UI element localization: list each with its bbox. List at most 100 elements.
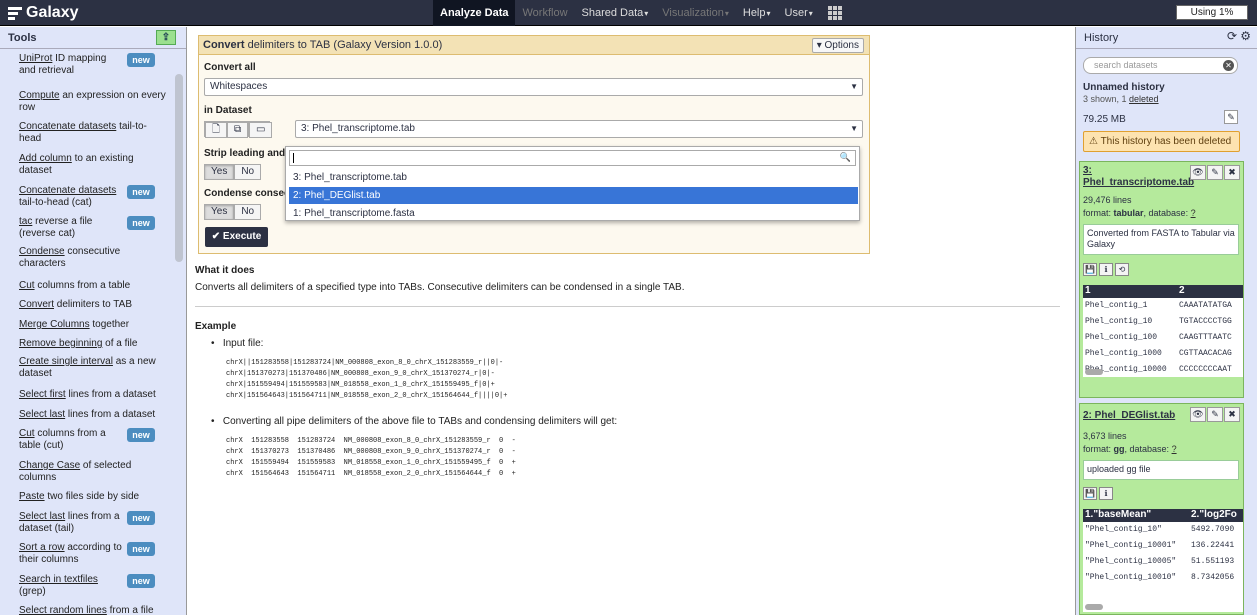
- tool-item[interactable]: Cut columns from a table: [19, 280, 169, 292]
- tool-link[interactable]: Change Case: [19, 460, 80, 471]
- tool-item[interactable]: Condense consecutive characters: [19, 246, 169, 270]
- apps-grid-icon[interactable]: [827, 6, 842, 20]
- upload-button[interactable]: ⇪: [156, 30, 176, 45]
- tool-item[interactable]: Compute an expression on every row: [19, 90, 169, 114]
- tool-item[interactable]: Search in textfiles (grep): [19, 574, 125, 598]
- nav-analyze-data[interactable]: Analyze Data: [433, 0, 516, 26]
- dropdown-option[interactable]: 3: Phel_transcriptome.tab: [289, 169, 858, 186]
- multiple-datasets-button[interactable]: ⧉: [226, 121, 249, 138]
- tool-item[interactable]: Create single interval as a new dataset: [19, 356, 169, 380]
- dataset-info: Converted from FASTA to Tabular via Gala…: [1083, 224, 1239, 255]
- peek-cell: Phel_contig_1000: [1085, 349, 1162, 358]
- delete-icon[interactable]: ✖: [1224, 165, 1240, 180]
- tool-item[interactable]: Select last lines from a dataset: [19, 409, 169, 421]
- database-link[interactable]: ?: [1172, 444, 1177, 454]
- dataset-title[interactable]: 2: Phel_DEGlist.tab: [1083, 410, 1188, 422]
- info-icon[interactable]: ℹ: [1099, 263, 1113, 276]
- tool-item[interactable]: Select first lines from a dataset: [19, 389, 169, 401]
- tool-item[interactable]: Change Case of selected columns: [19, 460, 169, 484]
- strip-no-button[interactable]: No: [234, 164, 262, 180]
- collection-button[interactable]: ▭: [248, 121, 273, 138]
- tool-link[interactable]: Concatenate datasets: [19, 185, 116, 196]
- rerun-icon[interactable]: ⟲: [1115, 263, 1129, 276]
- peek-cell: 51.551193: [1191, 557, 1235, 566]
- peek-cell: 136.22441: [1191, 541, 1235, 550]
- pencil-icon[interactable]: ✎: [1207, 165, 1223, 180]
- tool-link[interactable]: Remove beginning: [19, 338, 102, 349]
- peek-scrollbar[interactable]: [1085, 369, 1103, 375]
- history-scrollbar[interactable]: [1247, 161, 1257, 615]
- tool-link[interactable]: Cut: [19, 280, 35, 291]
- tool-link[interactable]: Select last: [19, 409, 65, 420]
- tool-link[interactable]: UniProt: [19, 53, 52, 64]
- tool-link[interactable]: Cut: [19, 428, 35, 439]
- history-tags-button[interactable]: ✎: [1224, 110, 1238, 124]
- tool-item[interactable]: Merge Columns together: [19, 319, 169, 331]
- tool-link[interactable]: Condense: [19, 246, 65, 257]
- convert-all-select[interactable]: Whitespaces ▼: [204, 78, 863, 96]
- delete-icon[interactable]: ✖: [1224, 407, 1240, 422]
- galaxy-logo[interactable]: Galaxy: [8, 3, 78, 23]
- eye-icon[interactable]: 👁: [1190, 407, 1206, 422]
- info-icon[interactable]: ℹ: [1099, 487, 1113, 500]
- save-icon[interactable]: 💾: [1083, 487, 1097, 500]
- upload-icon: ⇪: [161, 32, 171, 43]
- dropdown-option-selected[interactable]: 2: Phel_DEGlist.tab: [289, 187, 858, 204]
- database-link[interactable]: ?: [1191, 208, 1196, 218]
- eye-icon[interactable]: 👁: [1190, 165, 1206, 180]
- output-example-line: chrX 151370273 151370486 NM_000808_exon_…: [226, 448, 516, 456]
- in-dataset-select[interactable]: 3: Phel_transcriptome.tab ▼: [295, 120, 863, 138]
- peek-cell: "Phel_contig_10001": [1085, 541, 1177, 550]
- condense-no-button[interactable]: No: [234, 204, 262, 220]
- single-dataset-button[interactable]: 🗋: [204, 121, 228, 138]
- tool-item[interactable]: Select last lines from a dataset (tail): [19, 511, 125, 535]
- clear-icon[interactable]: ✕: [1223, 60, 1234, 71]
- tool-link[interactable]: tac: [19, 216, 32, 227]
- dropdown-search-input[interactable]: 🔍: [289, 150, 856, 166]
- tool-link[interactable]: Concatenate datasets: [19, 121, 116, 132]
- tool-link[interactable]: Compute: [19, 90, 60, 101]
- tool-item[interactable]: UniProt ID mapping and retrieval: [19, 53, 125, 77]
- tool-item[interactable]: Concatenate datasets tail-to-head (cat): [19, 185, 125, 209]
- history-search-input[interactable]: search datasets ✕: [1083, 57, 1238, 74]
- tool-link[interactable]: Add column: [19, 153, 72, 164]
- dataset-title[interactable]: 3: Phel_transcriptome.tab: [1083, 165, 1194, 189]
- tool-link[interactable]: Sort a row: [19, 542, 65, 553]
- tool-item[interactable]: tac reverse a file (reverse cat): [19, 216, 125, 240]
- nav-visualization[interactable]: Visualization▾: [655, 0, 736, 26]
- tools-scrollbar[interactable]: [175, 74, 183, 262]
- nav-shared-data[interactable]: Shared Data▾: [575, 0, 656, 26]
- tool-item[interactable]: Concatenate datasets tail-to-head: [19, 121, 169, 145]
- execute-button[interactable]: ✔ Execute: [205, 227, 268, 247]
- tool-item[interactable]: Convert delimiters to TAB: [19, 299, 169, 311]
- nav-help[interactable]: Help▾: [736, 0, 778, 26]
- tool-item[interactable]: Paste two files side by side: [19, 491, 169, 503]
- nav-user[interactable]: User▾: [778, 0, 820, 26]
- tool-item[interactable]: Select random lines from a file: [19, 605, 169, 615]
- options-button[interactable]: ▾ Options: [811, 38, 864, 53]
- tool-link[interactable]: Convert: [19, 299, 54, 310]
- tool-link[interactable]: Merge Columns: [19, 319, 90, 330]
- refresh-icon[interactable]: ⟳: [1227, 29, 1237, 43]
- history-name[interactable]: Unnamed history: [1083, 82, 1165, 93]
- tool-item[interactable]: Cut columns from a table (cut): [19, 428, 125, 452]
- quota-meter[interactable]: Using 1%: [1176, 5, 1248, 20]
- tool-link[interactable]: Select last: [19, 511, 65, 522]
- tool-item[interactable]: Sort a row according to their columns: [19, 542, 125, 566]
- tool-link[interactable]: Select first: [19, 389, 66, 400]
- tool-link[interactable]: Create single interval: [19, 356, 113, 367]
- tool-link[interactable]: Paste: [19, 491, 45, 502]
- strip-yes-button[interactable]: Yes: [204, 164, 235, 180]
- condense-yes-button[interactable]: Yes: [204, 204, 235, 220]
- save-icon[interactable]: 💾: [1083, 263, 1097, 276]
- peek-scrollbar[interactable]: [1085, 604, 1103, 610]
- dropdown-option[interactable]: 1: Phel_transcriptome.fasta: [289, 205, 858, 222]
- deleted-link[interactable]: deleted: [1129, 94, 1159, 104]
- pencil-icon[interactable]: ✎: [1207, 407, 1223, 422]
- tool-link[interactable]: Select random lines: [19, 605, 107, 615]
- gear-icon[interactable]: ⚙: [1240, 29, 1251, 43]
- tool-item[interactable]: Add column to an existing dataset: [19, 153, 169, 177]
- tool-item[interactable]: Remove beginning of a file: [19, 338, 169, 350]
- nav-workflow[interactable]: Workflow: [515, 0, 574, 26]
- tool-link[interactable]: Search in textfiles: [19, 574, 98, 585]
